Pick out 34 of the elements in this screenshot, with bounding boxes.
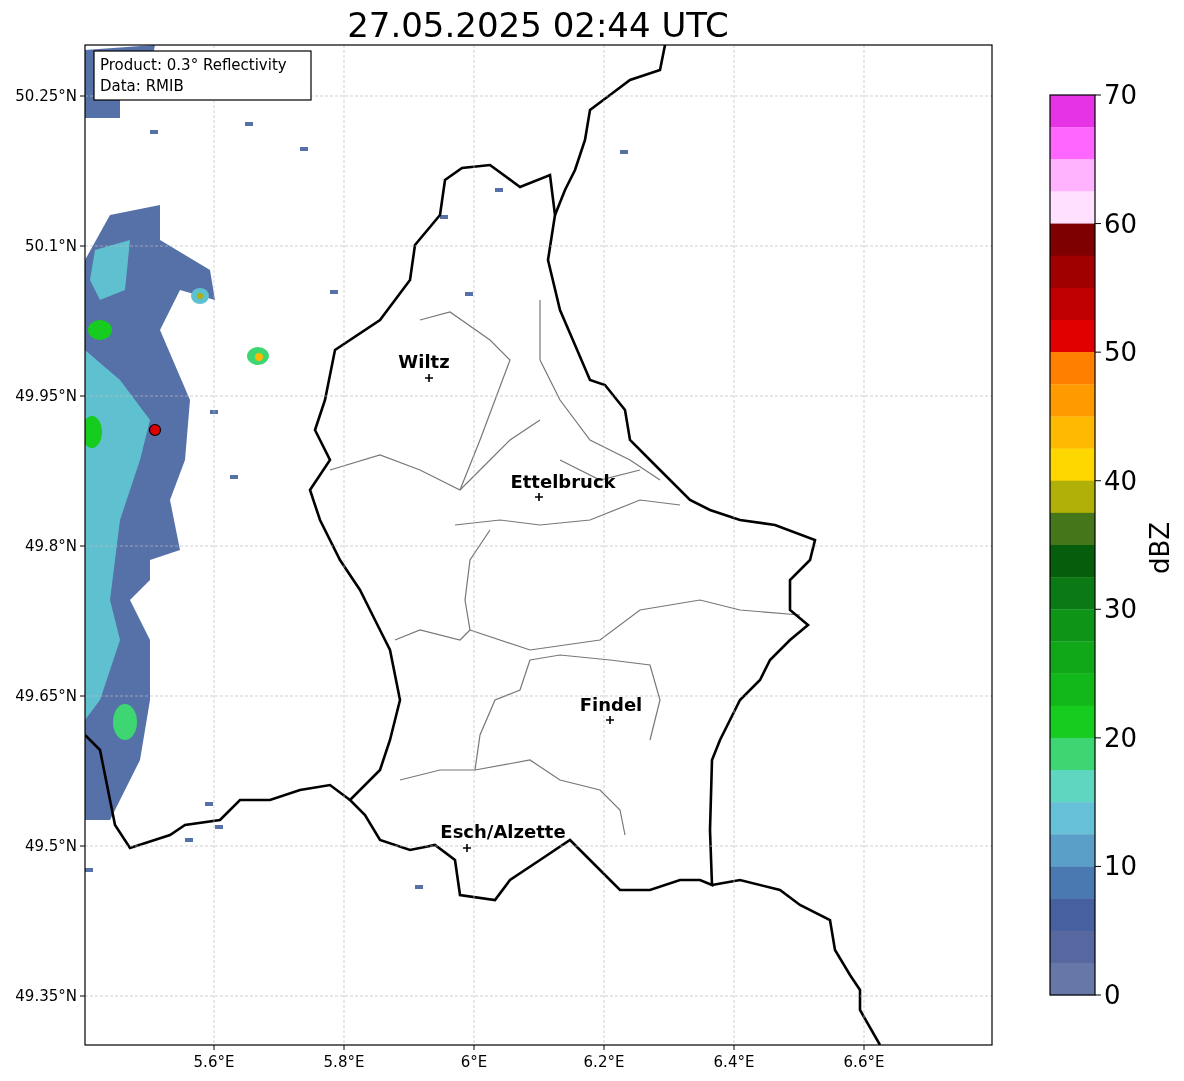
longitude-label: 6.2°E <box>583 1053 625 1071</box>
city-marker-icon <box>605 715 615 725</box>
info-text: Product: 0.3° Reflectivity <box>100 56 287 74</box>
latitude-label: 50.25°N <box>15 87 77 105</box>
city-marker-icon <box>462 843 472 853</box>
latitude-label: 49.95°N <box>15 387 77 405</box>
city-marker-icon <box>534 492 544 502</box>
info-text: Data: RMIB <box>100 77 184 95</box>
longitude-label: 6°E <box>460 1053 488 1071</box>
colorbar-tick-label: 40 <box>1104 465 1138 496</box>
colorbar-tick-label: 60 <box>1104 208 1138 239</box>
colorbar-label: dBZ <box>1145 521 1175 575</box>
latitude-label: 50.1°N <box>24 237 77 255</box>
longitude-label: 5.8°E <box>323 1053 365 1071</box>
colorbar-tick-label: 70 <box>1104 80 1138 110</box>
longitude-label: 6.6°E <box>843 1053 885 1071</box>
latitude-label: 49.5°N <box>24 837 77 855</box>
colorbar-tick-label: 10 <box>1104 851 1138 882</box>
latitude-label: 49.8°N <box>24 537 77 555</box>
city-label: Findel <box>579 694 643 715</box>
city-label: Ettelbruck <box>510 471 616 492</box>
city-label: Wiltz <box>398 351 450 372</box>
colorbar-tick-label: 20 <box>1104 722 1138 753</box>
colorbar-tick-label: 30 <box>1104 594 1138 625</box>
latitude-label: 49.35°N <box>15 987 77 1005</box>
longitude-label: 5.6°E <box>193 1053 235 1071</box>
city-label: Esch/Alzette <box>440 821 566 842</box>
radar-site-marker <box>148 423 162 437</box>
latitude-label: 49.65°N <box>15 687 77 705</box>
chart-title: 27.05.2025 02:44 UTC <box>347 5 729 45</box>
colorbar-tick-label: 50 <box>1104 337 1138 368</box>
colorbar-tick-label: 0 <box>1104 980 1121 1010</box>
city-marker-icon <box>424 373 434 383</box>
longitude-label: 6.4°E <box>713 1053 755 1071</box>
